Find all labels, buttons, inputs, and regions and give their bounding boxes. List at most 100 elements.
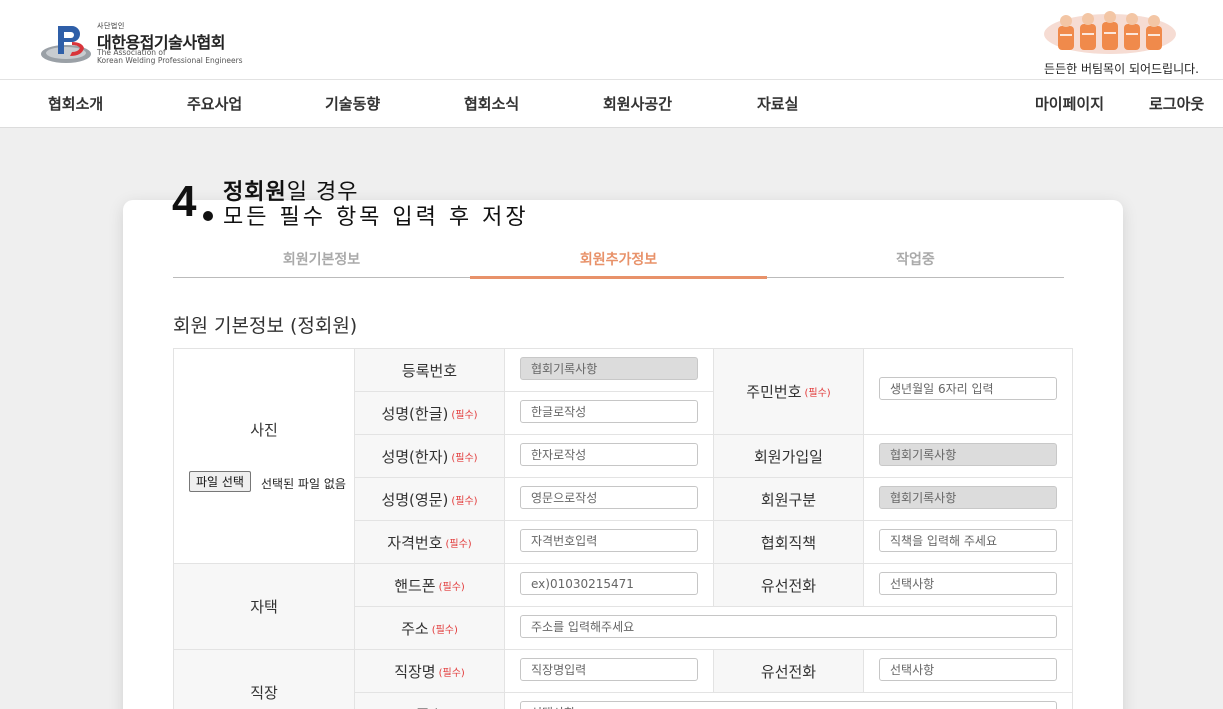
nav-item-member-space[interactable]: 회원사공간 <box>603 80 672 128</box>
mobile-input[interactable] <box>520 572 698 595</box>
work-address-cell <box>505 693 1073 709</box>
tab-basic-info[interactable]: 회원기본정보 <box>173 245 470 278</box>
home-phone-label-text: 유선전화 <box>760 576 817 595</box>
required-mark: (필수) <box>431 624 458 636</box>
nav-item-tech-trends[interactable]: 기술동향 <box>325 80 380 128</box>
company-label: 직장명 (필수) <box>355 650 505 693</box>
position-cell <box>864 521 1073 564</box>
member-form: 사진 파일 선택 선택된 파일 없음 등록번호 주민번호(필수) 성명(한글)(… <box>173 348 1073 709</box>
nav-item-mypage[interactable]: 마이페이지 <box>1035 80 1104 128</box>
required-mark: (필수) <box>451 452 478 464</box>
home-address-input[interactable] <box>520 615 1057 638</box>
required-mark: (필수) <box>438 667 465 679</box>
nav-item-about[interactable]: 협회소개 <box>48 80 103 128</box>
company-input[interactable] <box>520 658 698 681</box>
member-type-input[interactable] <box>879 486 1057 509</box>
nav-item-logout[interactable]: 로그아웃 <box>1149 80 1204 128</box>
name-en-label: 성명(영문) (필수) <box>355 478 505 521</box>
nav-item-archive[interactable]: 자료실 <box>757 80 798 128</box>
home-phone-input[interactable] <box>879 572 1057 595</box>
association-logo[interactable]: 사단법인 대한용접기술사협회 The Association of Korean… <box>40 20 250 68</box>
tab-in-progress[interactable]: 작업중 <box>767 245 1064 278</box>
work-phone-cell <box>864 650 1073 693</box>
company-cell <box>505 650 714 693</box>
name-kr-input[interactable] <box>520 400 698 423</box>
work-address-input[interactable] <box>520 701 1057 709</box>
home-address-label-text: 주소 <box>401 619 429 638</box>
member-type-label: 회원구분 <box>714 478 864 521</box>
top-header: 사단법인 대한용접기술사협회 The Association of Korean… <box>0 0 1223 80</box>
work-label: 직장 <box>174 650 355 709</box>
license-no-cell <box>505 521 714 564</box>
file-status-text: 선택된 파일 없음 <box>261 477 346 491</box>
reg-no-cell <box>505 349 714 392</box>
home-phone-cell <box>864 564 1073 607</box>
position-label: 협회직책 <box>714 521 864 564</box>
mobile-label: 핸드폰 (필수) <box>355 564 505 607</box>
join-date-label-text: 회원가입일 <box>753 447 823 466</box>
position-input[interactable] <box>879 529 1057 552</box>
home-address-cell <box>505 607 1073 650</box>
home-phone-label: 유선전화 <box>714 564 864 607</box>
work-label-text: 직장 <box>250 684 278 702</box>
license-no-label-text: 자격번호 <box>387 533 443 552</box>
resident-no-label: 주민번호 (필수) <box>714 349 864 435</box>
tab-additional-info[interactable]: 회원추가정보 <box>470 245 767 279</box>
step-dot-icon <box>203 211 213 221</box>
required-mark: (필수) <box>451 495 478 507</box>
logo-subtitle-en-2: Korean Welding Professional Engineers <box>97 56 243 65</box>
reg-no-label: 등록번호 <box>355 349 505 392</box>
work-address-label: 주소 <box>355 693 505 709</box>
member-type-cell <box>864 478 1073 521</box>
required-mark: (필수) <box>438 581 465 593</box>
section-title: 회원 기본정보 (정회원) <box>173 315 358 337</box>
resident-no-label-text: 주민번호 <box>746 383 802 401</box>
reg-no-label-text: 등록번호 <box>401 361 458 380</box>
join-date-input[interactable] <box>879 443 1057 466</box>
photo-cell: 사진 파일 선택 선택된 파일 없음 <box>174 349 355 564</box>
work-phone-label: 유선전화 <box>714 650 864 693</box>
reg-no-input[interactable] <box>520 357 698 380</box>
required-mark: (필수) <box>804 388 831 399</box>
name-hanja-label-text: 성명(한자) <box>381 447 449 466</box>
name-en-label-text: 성명(영문) <box>381 490 449 509</box>
workers-mascot-icon <box>1044 11 1176 54</box>
logo-mark-icon <box>41 26 91 63</box>
name-en-cell <box>505 478 714 521</box>
company-label-text: 직장명 <box>394 662 436 681</box>
work-phone-input[interactable] <box>879 658 1057 681</box>
required-mark: (필수) <box>445 538 472 550</box>
name-en-input[interactable] <box>520 486 698 509</box>
join-date-cell <box>864 435 1073 478</box>
resident-no-input[interactable] <box>879 377 1057 400</box>
name-hanja-cell <box>505 435 714 478</box>
name-kr-label-text: 성명(한글) <box>381 404 449 423</box>
resident-no-cell <box>864 349 1073 435</box>
step-instruction-line2: 모든 필수 항목 입력 후 저장 <box>223 205 529 230</box>
home-label-text: 자택 <box>250 598 278 616</box>
work-address-label-text: 주소 <box>416 704 444 709</box>
member-type-label-text: 회원구분 <box>760 490 817 509</box>
nav-item-news[interactable]: 협회소식 <box>464 80 519 128</box>
nav-item-projects[interactable]: 주요사업 <box>187 80 242 128</box>
work-phone-label-text: 유선전화 <box>760 662 817 681</box>
step-number: 4 <box>172 177 197 226</box>
name-kr-label: 성명(한글) (필수) <box>355 392 505 435</box>
required-mark: (필수) <box>451 409 478 421</box>
position-label-text: 협회직책 <box>760 533 817 552</box>
license-no-label: 자격번호 (필수) <box>355 521 505 564</box>
home-address-label: 주소 (필수) <box>355 607 505 650</box>
name-kr-cell <box>505 392 714 435</box>
name-hanja-input[interactable] <box>520 443 698 466</box>
home-label: 자택 <box>174 564 355 650</box>
file-select-button[interactable]: 파일 선택 <box>189 471 251 492</box>
license-no-input[interactable] <box>520 529 698 552</box>
main-nav: 협회소개 주요사업 기술동향 협회소식 회원사공간 자료실 마이페이지 로그아웃 <box>0 80 1223 128</box>
mobile-cell <box>505 564 714 607</box>
mobile-label-text: 핸드폰 <box>394 576 436 595</box>
member-tabs: 회원기본정보 회원추가정보 작업중 <box>173 245 1064 279</box>
join-date-label: 회원가입일 <box>714 435 864 478</box>
tagline: 든든한 버팀목이 되어드립니다. <box>1044 62 1199 76</box>
name-hanja-label: 성명(한자) (필수) <box>355 435 505 478</box>
photo-label: 사진 <box>250 421 278 439</box>
